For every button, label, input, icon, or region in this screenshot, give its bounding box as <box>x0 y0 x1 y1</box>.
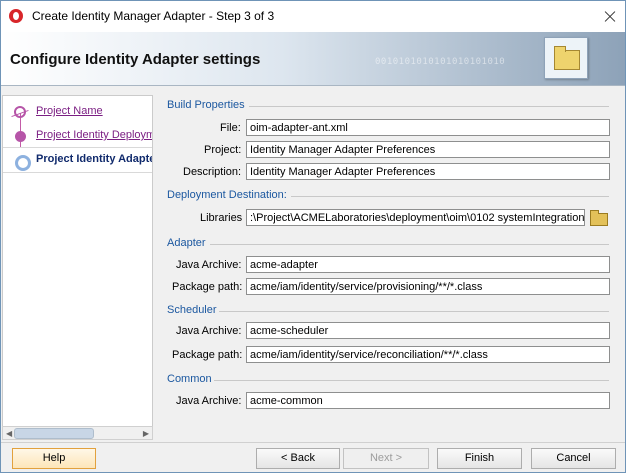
current-step-icon <box>15 155 31 171</box>
step-project-identity-adapter-settings[interactable]: Project Identity Adapter Settings <box>3 147 152 173</box>
banner-binary-decoration: 0010101010101010101010 <box>375 57 506 67</box>
description-label: Description: <box>183 166 242 178</box>
visited-step-icon <box>15 131 26 142</box>
adapter-java-archive-label: Java Archive: <box>176 259 242 271</box>
step-project-name[interactable]: Project Name <box>3 100 152 124</box>
file-field[interactable]: oim-adapter-ant.xml <box>246 119 610 136</box>
folder-icon[interactable] <box>590 210 608 226</box>
scroll-right-icon[interactable]: ▶ <box>143 429 149 438</box>
step-label[interactable]: Project Name <box>36 105 103 117</box>
file-label: File: <box>220 122 241 134</box>
adapter-package-path-label: Package path: <box>172 281 243 293</box>
divider <box>210 244 609 245</box>
next-button: Next > <box>343 448 429 469</box>
project-field[interactable]: Identity Manager Adapter Preferences <box>246 141 610 158</box>
folder-icon <box>544 37 588 79</box>
scrollbar-thumb[interactable] <box>14 428 94 439</box>
finish-button[interactable]: Finish <box>437 448 522 469</box>
section-adapter: Adapter <box>167 237 206 249</box>
wizard-banner: Configure Identity Adapter settings 0010… <box>1 32 625 86</box>
back-button[interactable]: < Back <box>256 448 340 469</box>
visited-step-icon <box>14 106 26 118</box>
libraries-field[interactable]: :\Project\ACMELaboratories\deployment\oi… <box>246 209 585 226</box>
divider <box>219 311 609 312</box>
divider <box>249 106 609 107</box>
cancel-button[interactable]: Cancel <box>531 448 616 469</box>
project-label: Project: <box>204 144 242 156</box>
footer-divider <box>1 442 625 443</box>
step-label[interactable]: Project Identity Deployment <box>36 129 152 141</box>
step-project-identity-deployment[interactable]: Project Identity Deployment <box>3 124 152 148</box>
section-scheduler: Scheduler <box>167 304 217 316</box>
divider <box>214 380 609 381</box>
oracle-app-icon <box>9 9 23 23</box>
section-build-properties: Build Properties <box>167 99 245 111</box>
divider <box>291 196 609 197</box>
page-title: Configure Identity Adapter settings <box>10 51 261 68</box>
adapter-package-path-field[interactable]: acme/iam/identity/service/provisioning/*… <box>246 278 610 295</box>
title-bar: Create Identity Manager Adapter - Step 3… <box>1 1 625 32</box>
close-icon[interactable] <box>595 1 625 32</box>
scheduler-package-path-field[interactable]: acme/iam/identity/service/reconciliation… <box>246 346 610 363</box>
wizard-window: Create Identity Manager Adapter - Step 3… <box>0 0 626 473</box>
libraries-label: Libraries <box>200 212 243 224</box>
section-common: Common <box>167 373 212 385</box>
scroll-left-icon[interactable]: ◀ <box>6 429 12 438</box>
section-deployment-destination: Deployment Destination: <box>167 189 287 201</box>
step-label: Project Identity Adapter Settings <box>36 153 152 165</box>
description-field[interactable]: Identity Manager Adapter Preferences <box>246 163 610 180</box>
step-list-horizontal-scrollbar[interactable]: ◀ ▶ <box>2 426 153 440</box>
window-title: Create Identity Manager Adapter - Step 3… <box>32 9 275 23</box>
wizard-step-list: Project Name Project Identity Deployment… <box>2 95 153 427</box>
adapter-java-archive-field[interactable]: acme-adapter <box>246 256 610 273</box>
scheduler-java-archive-label: Java Archive: <box>176 325 242 337</box>
scheduler-java-archive-field[interactable]: acme-scheduler <box>246 322 610 339</box>
common-java-archive-field[interactable]: acme-common <box>246 392 610 409</box>
common-java-archive-label: Java Archive: <box>176 395 242 407</box>
scheduler-package-path-label: Package path: <box>172 349 243 361</box>
help-button[interactable]: Help <box>12 448 96 469</box>
